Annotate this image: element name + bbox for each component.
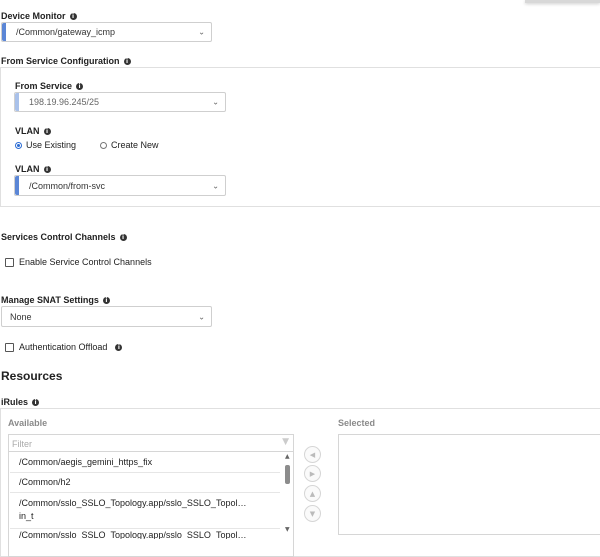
arrow-up-icon[interactable]: ▲ bbox=[304, 485, 321, 502]
list-scrollbar[interactable]: ▲ ▼ bbox=[283, 453, 293, 537]
chevron-down-icon: ⌄ bbox=[212, 97, 219, 107]
auth-offload-label: Authentication Offload bbox=[19, 342, 108, 352]
info-icon[interactable]: i bbox=[115, 344, 123, 352]
radio-unselected-icon[interactable] bbox=[100, 142, 107, 150]
checkbox-icon[interactable] bbox=[5, 343, 14, 353]
from-service-label: From Service i bbox=[15, 81, 84, 91]
info-icon[interactable]: i bbox=[43, 128, 51, 136]
snat-select[interactable]: None ⌄ bbox=[1, 306, 212, 327]
info-icon[interactable]: i bbox=[43, 166, 51, 174]
chevron-down-icon: ⌄ bbox=[198, 27, 205, 37]
popover-edge bbox=[525, 0, 600, 3]
from-service-value: 198.19.96.245/25 bbox=[29, 97, 100, 107]
irules-label: iRules i bbox=[1, 397, 40, 407]
vlan-select-value: /Common/from-svc bbox=[29, 180, 106, 191]
auth-offload-checkbox[interactable]: Authentication Offload i bbox=[5, 342, 123, 353]
snat-label: Manage SNAT Settings i bbox=[1, 295, 110, 305]
snat-label-text: Manage SNAT Settings bbox=[1, 295, 99, 305]
filter-input[interactable]: Filter ▼ bbox=[8, 434, 294, 452]
select-accent bbox=[15, 176, 19, 195]
chevron-down-icon: ⌄ bbox=[198, 312, 205, 321]
service-control-label-text: Services Control Channels bbox=[1, 232, 116, 242]
scroll-up-icon[interactable]: ▲ bbox=[285, 453, 290, 460]
filter-icon[interactable]: ▼ bbox=[282, 437, 289, 447]
device-monitor-label: Device Monitor i bbox=[1, 11, 77, 21]
snat-value: None bbox=[10, 311, 32, 322]
radio-create-new-label: Create New bbox=[111, 140, 159, 150]
list-item-text: /Common/sslo_SSLO_Topology.app/sslo_SSLO… bbox=[19, 498, 247, 508]
vlan-select-label-text: VLAN bbox=[15, 164, 40, 174]
arrow-left-icon[interactable]: ◀ bbox=[304, 446, 321, 463]
list-item-text: /Common/h2 bbox=[19, 477, 71, 487]
info-icon[interactable]: i bbox=[69, 13, 77, 21]
list-item[interactable]: /Common/sslo_SSLO_Topology.app/sslo_SSLO… bbox=[10, 529, 280, 539]
service-control-label: Services Control Channels i bbox=[1, 232, 127, 242]
list-item[interactable]: /Common/sslo_SSLO_Topology.app/sslo_SSLO… bbox=[10, 493, 280, 529]
chevron-down-icon: ⌄ bbox=[212, 181, 219, 190]
radio-use-existing[interactable]: Use Existing bbox=[15, 140, 76, 150]
service-control-checkbox-label: Enable Service Control Channels bbox=[19, 257, 152, 267]
radio-use-existing-label: Use Existing bbox=[26, 140, 77, 150]
vlan-select[interactable]: /Common/from-svc ⌄ bbox=[14, 175, 226, 196]
list-item-text: /Common/sslo_SSLO_Topology.app/sslo_SSLO… bbox=[19, 530, 247, 539]
info-icon[interactable]: i bbox=[123, 58, 131, 66]
select-accent bbox=[2, 23, 6, 41]
resources-title: Resources bbox=[1, 369, 63, 383]
available-label: Available bbox=[8, 418, 48, 428]
list-item-text: /Common/aegis_gemini_https_fix bbox=[19, 457, 153, 467]
list-item-text: in_t bbox=[19, 511, 34, 521]
service-control-checkbox[interactable]: Enable Service Control Channels bbox=[5, 257, 152, 268]
device-monitor-select[interactable]: /Common/gateway_icmp ⌄ bbox=[1, 22, 212, 42]
arrow-down-icon[interactable]: ▼ bbox=[304, 505, 321, 522]
selected-label: Selected bbox=[338, 418, 376, 428]
info-icon[interactable]: i bbox=[32, 399, 40, 407]
arrow-right-icon[interactable]: ▶ bbox=[304, 465, 321, 482]
info-icon[interactable]: i bbox=[76, 83, 84, 91]
info-icon[interactable]: i bbox=[102, 297, 110, 305]
scroll-down-icon[interactable]: ▼ bbox=[285, 526, 290, 533]
filter-placeholder: Filter bbox=[12, 439, 32, 449]
device-monitor-value: /Common/gateway_icmp bbox=[16, 27, 116, 37]
irules-label-text: iRules bbox=[1, 397, 29, 407]
info-icon[interactable]: i bbox=[119, 234, 127, 242]
vlan-select-label: VLAN i bbox=[15, 164, 51, 174]
from-service-config-title-text: From Service Configuration bbox=[1, 56, 120, 66]
from-service-config-title: From Service Configuration i bbox=[1, 56, 131, 66]
radio-selected-icon[interactable] bbox=[15, 142, 22, 150]
select-accent bbox=[15, 93, 19, 111]
selected-list[interactable] bbox=[338, 434, 600, 535]
vlan-mode-label-text: VLAN bbox=[15, 126, 40, 136]
device-monitor-label-text: Device Monitor bbox=[1, 11, 66, 21]
checkbox-icon[interactable] bbox=[5, 258, 14, 268]
from-service-label-text: From Service bbox=[15, 81, 73, 91]
from-service-select[interactable]: 198.19.96.245/25 ⌄ bbox=[14, 92, 226, 112]
vlan-mode-label: VLAN i bbox=[15, 126, 51, 136]
list-item[interactable]: /Common/h2 bbox=[10, 473, 280, 493]
scroll-thumb[interactable] bbox=[285, 465, 290, 484]
list-item[interactable]: /Common/aegis_gemini_https_fix bbox=[10, 453, 280, 473]
radio-create-new[interactable]: Create New bbox=[100, 140, 159, 150]
